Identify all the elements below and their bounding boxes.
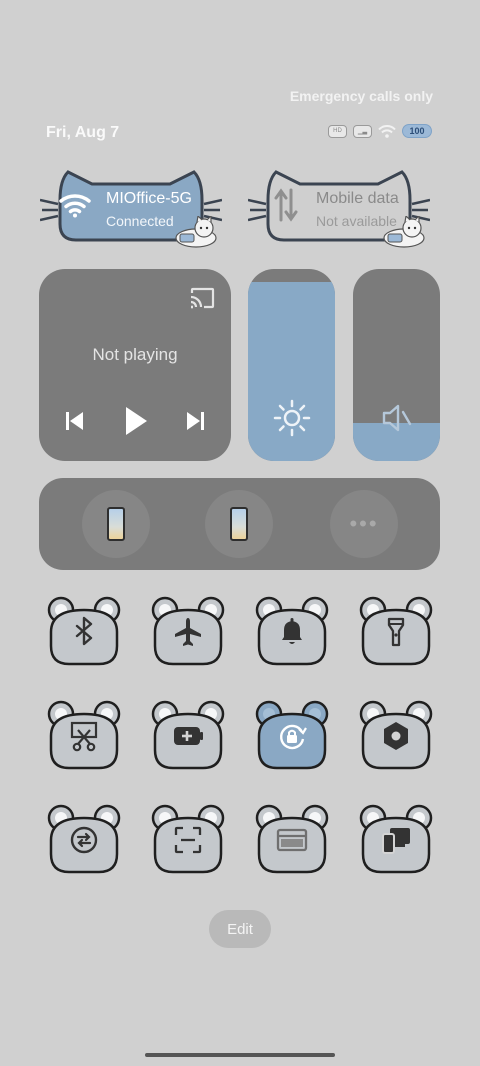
toggle-sync[interactable] [43, 804, 125, 880]
media-player[interactable]: Not playing [39, 269, 231, 461]
flashlight-icon [387, 617, 405, 647]
battery-icon: 100 [402, 124, 432, 138]
play-icon[interactable] [123, 405, 149, 437]
status-icons: HD ▁▃ 100 [328, 124, 432, 138]
wifi-status-text: Connected [106, 213, 174, 229]
sun-icon [273, 399, 310, 437]
device-button-1[interactable] [82, 490, 150, 558]
brightness-slider[interactable] [248, 269, 335, 461]
device-bar: ••• [39, 478, 440, 570]
wifi-status-icon [378, 124, 396, 138]
bluetooth-icon [75, 616, 93, 646]
card-icon [276, 828, 308, 852]
toggle-bluetooth[interactable] [43, 596, 125, 672]
wifi-icon [59, 194, 91, 218]
phone-icon [107, 507, 125, 541]
battery-plus-icon [174, 727, 203, 745]
toggle-screenshot[interactable] [43, 700, 125, 776]
airplane-icon [175, 618, 201, 646]
devices-icon [382, 828, 410, 854]
toggle-airplane[interactable] [147, 596, 229, 672]
bell-icon [282, 618, 302, 644]
home-indicator[interactable] [145, 1053, 335, 1057]
cat-mascot-icon [383, 216, 425, 248]
sim2-icon: ▁▃ [353, 124, 372, 138]
wifi-card[interactable]: MIOffice-5G Connected [40, 170, 222, 248]
mobile-data-icon [274, 188, 298, 222]
date-label: Fri, Aug 7 [46, 124, 120, 141]
cast-icon[interactable] [189, 287, 215, 309]
sync-icon [70, 826, 98, 854]
mobile-data-card[interactable]: Mobile data Not available [248, 170, 430, 248]
toggle-settings[interactable] [355, 700, 437, 776]
edit-button[interactable]: Edit [209, 910, 271, 948]
more-devices-button[interactable]: ••• [330, 490, 398, 558]
mobile-data-title: Mobile data [316, 190, 399, 207]
more-icon: ••• [349, 511, 379, 536]
volume-slider[interactable] [353, 269, 440, 461]
toggle-cast[interactable] [355, 804, 437, 880]
speaker-muted-icon [382, 404, 411, 432]
emergency-status: Emergency calls only [289, 88, 433, 104]
hexagon-icon [384, 722, 408, 750]
previous-icon[interactable] [64, 409, 86, 433]
next-icon[interactable] [184, 409, 206, 433]
toggle-flashlight[interactable] [355, 596, 437, 672]
toggle-rotation-lock[interactable] [251, 700, 333, 776]
cat-mascot-icon [175, 216, 217, 248]
rotation-lock-icon [279, 724, 307, 750]
phone-icon [230, 507, 248, 541]
device-button-2[interactable] [205, 490, 273, 558]
toggle-ring[interactable] [251, 596, 333, 672]
media-status: Not playing [92, 345, 178, 364]
wifi-network-name: MIOffice-5G [106, 190, 192, 207]
scissors-icon [70, 721, 98, 752]
toggle-battery-saver[interactable] [147, 700, 229, 776]
scan-icon [174, 826, 202, 854]
toggle-card[interactable] [251, 804, 333, 880]
sim1-icon: HD [328, 124, 347, 138]
toggle-scanner[interactable] [147, 804, 229, 880]
